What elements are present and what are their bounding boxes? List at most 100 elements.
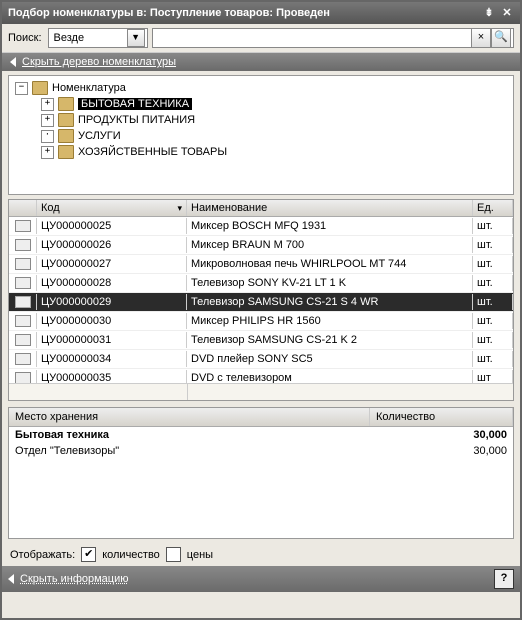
table-row[interactable]: ЦУ000000030Миксер PHILIPS HR 1560шт. [9,312,513,331]
item-icon [15,239,31,251]
display-label: Отображать: [10,549,75,561]
pin-icon[interactable]: ⇟ [482,6,496,20]
grid-header-code[interactable]: Код ▾ [37,200,187,216]
tree-item[interactable]: + БЫТОВАЯ ТЕХНИКА [13,96,509,112]
table-row[interactable]: ЦУ000000028Телевизор SONY KV-21 LT 1 Kшт… [9,274,513,293]
search-input[interactable] [155,32,471,44]
expander-icon[interactable]: + [41,114,54,127]
folder-icon [58,129,74,143]
folder-icon [32,81,48,95]
item-icon [15,315,31,327]
table-row[interactable]: ЦУ000000031Телевизор SAMSUNG CS-21 K 2шт… [9,331,513,350]
prices-label: цены [187,549,213,561]
storage-header-place[interactable]: Место хранения [9,408,370,426]
collapse-info-icon[interactable] [8,574,14,584]
item-icon [15,334,31,346]
table-row[interactable]: ЦУ000000025Миксер BOSCH MFQ 1931шт. [9,217,513,236]
cell-name: DVD плейер SONY SC5 [187,351,473,367]
grid-header-unit[interactable]: Ед. [473,200,513,216]
qty-label: количество [102,549,160,561]
cell-code: ЦУ000000028 [37,275,187,291]
search-field[interactable]: × 🔍 [152,28,514,48]
cell-code: ЦУ000000031 [37,332,187,348]
search-label: Поиск: [8,32,42,44]
table-row[interactable]: ЦУ000000035DVD с телевизоромшт [9,369,513,383]
collapse-tree-icon[interactable] [10,57,16,67]
chevron-down-icon[interactable]: ▾ [177,203,182,214]
grid-scrollbar[interactable] [9,383,513,400]
grid-header-name[interactable]: Наименование [187,200,473,216]
cell-name: Телевизор SAMSUNG CS-21 K 2 [187,332,473,348]
cell-code: ЦУ000000026 [37,237,187,253]
tree-item-label: БЫТОВАЯ ТЕХНИКА [78,98,192,110]
hide-tree-link[interactable]: Скрыть дерево номенклатуры [22,56,176,68]
table-row[interactable]: ЦУ000000026Миксер BRAUN M 700шт. [9,236,513,255]
item-icon [15,220,31,232]
footer-row: Скрыть информацию ? [2,566,520,592]
cell-name: Миксер PHILIPS HR 1560 [187,313,473,329]
qty-checkbox[interactable] [81,547,96,562]
folder-icon [58,145,74,159]
storage-place: Отдел "Телевизоры" [9,443,371,459]
item-icon [15,258,31,270]
item-icon [15,372,31,383]
storage-place: Бытовая техника [9,427,371,443]
cell-unit: шт. [473,218,513,234]
table-row[interactable]: ЦУ000000029Телевизор SAMSUNG CS-21 S 4 W… [9,293,513,312]
tree-item[interactable]: +ПРОДУКТЫ ПИТАНИЯ [13,112,509,128]
tree-item-label: УСЛУГИ [78,130,121,142]
folder-icon [58,97,74,111]
cell-name: Микроволновая печь WHIRLPOOL MT 744 [187,256,473,272]
cell-unit: шт. [473,275,513,291]
item-icon [15,353,31,365]
selection-window: Подбор номенклатуры в: Поступление товар… [0,0,522,620]
prices-checkbox[interactable] [166,547,181,562]
grid-body: ЦУ000000025Миксер BOSCH MFQ 1931шт.ЦУ000… [9,217,513,383]
chevron-down-icon[interactable]: ▼ [127,29,145,47]
tree-root-label[interactable]: Номенклатура [52,82,126,94]
cell-code: ЦУ000000034 [37,351,187,367]
display-options: Отображать: количество цены [2,543,520,566]
tree-item[interactable]: +ХОЗЯЙСТВЕННЫЕ ТОВАРЫ [13,144,509,160]
cell-unit: шт. [473,237,513,253]
nomenclature-tree: − Номенклатура + БЫТОВАЯ ТЕХНИКА +ПРОДУКТЫ… [8,75,514,195]
expander-icon[interactable]: · [41,130,54,143]
storage-header-qty[interactable]: Количество [370,408,513,426]
hide-tree-bar: Скрыть дерево номенклатуры [2,53,520,71]
storage-panel: Место хранения Количество Бытовая техник… [8,407,514,539]
cell-unit: шт. [473,313,513,329]
expander-icon[interactable]: − [15,82,28,95]
storage-row[interactable]: Бытовая техника30,000 [9,427,513,443]
search-scope-combo[interactable]: Везде ▼ [48,28,148,48]
cell-name: Миксер BOSCH MFQ 1931 [187,218,473,234]
storage-qty: 30,000 [371,427,513,443]
cell-name: Миксер BRAUN M 700 [187,237,473,253]
cell-name: DVD с телевизором [187,370,473,383]
expander-icon[interactable]: + [41,98,54,111]
cell-unit: шт. [473,256,513,272]
expander-icon[interactable]: + [41,146,54,159]
hide-info-link[interactable]: Скрыть информацию [20,573,129,585]
storage-qty: 30,000 [371,443,513,459]
cell-unit: шт [473,370,513,383]
search-icon[interactable]: 🔍 [491,28,511,48]
clear-search-icon[interactable]: × [471,28,491,48]
search-scope-value: Везде [51,32,127,44]
cell-code: ЦУ000000029 [37,294,187,310]
cell-code: ЦУ000000035 [37,370,187,383]
cell-name: Телевизор SONY KV-21 LT 1 K [187,275,473,291]
item-icon [15,277,31,289]
cell-name: Телевизор SAMSUNG CS-21 S 4 WR [187,294,473,310]
grid-header-icon[interactable] [9,200,37,216]
help-button[interactable]: ? [494,569,514,589]
titlebar: Подбор номенклатуры в: Поступление товар… [2,2,520,24]
close-icon[interactable]: ✕ [500,6,514,20]
cell-code: ЦУ000000025 [37,218,187,234]
table-row[interactable]: ЦУ000000027Микроволновая печь WHIRLPOOL … [9,255,513,274]
storage-row[interactable]: Отдел "Телевизоры"30,000 [9,443,513,459]
storage-body: Бытовая техника30,000Отдел "Телевизоры"3… [9,427,513,538]
folder-icon [58,113,74,127]
table-row[interactable]: ЦУ000000034DVD плейер SONY SC5шт. [9,350,513,369]
tree-item[interactable]: · УСЛУГИ [13,128,509,144]
cell-unit: шт. [473,294,513,310]
